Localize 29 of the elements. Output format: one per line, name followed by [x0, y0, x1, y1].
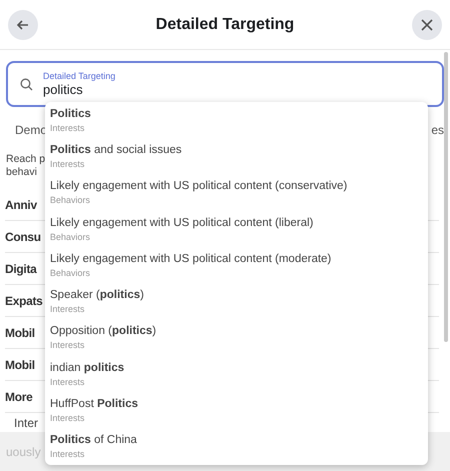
suggestion-item[interactable]: indian politics Interests	[45, 356, 428, 392]
back-button[interactable]	[8, 10, 38, 40]
suggestion-item[interactable]: Likely engagement with US political content (liberal) Behaviors	[45, 210, 428, 248]
close-icon	[420, 18, 433, 30]
category-item[interactable]: Consu	[5, 228, 41, 246]
scrollbar[interactable]	[444, 52, 448, 342]
suggestion-item[interactable]: Opposition (politics) Interests	[45, 320, 428, 356]
back-arrow-icon	[16, 18, 30, 32]
tab[interactable]: es	[431, 120, 444, 138]
suggestion-item[interactable]: HuffPost Politics Interests	[45, 392, 428, 429]
category-item[interactable]: More	[5, 388, 32, 406]
suggestion-item[interactable]: Speaker (politics) Interests	[45, 283, 428, 320]
suggestion-item[interactable]: Politics of China Interests	[45, 428, 428, 465]
field-label: Detailed Targeting	[43, 70, 116, 82]
description-text: behavi	[6, 166, 37, 179]
category-item[interactable]: Mobil	[5, 324, 35, 342]
close-button[interactable]	[412, 10, 442, 40]
description-text: Reach p	[6, 153, 46, 166]
subcategory-item[interactable]: Inter	[14, 416, 38, 430]
category-item[interactable]: Digita	[5, 260, 37, 278]
category-item[interactable]: Expats	[5, 292, 43, 310]
category-item[interactable]: Mobil	[5, 356, 35, 374]
suggestion-item[interactable]: Likely engagement with US political content (moderate) Behaviors	[45, 247, 428, 284]
suggestion-item[interactable]: Likely engagement with US political content (conservative) Behaviors	[45, 174, 428, 211]
dialog-title: Detailed Targeting	[156, 14, 294, 34]
search-icon	[20, 78, 33, 90]
field-value: politics	[43, 82, 84, 98]
category-item[interactable]: Anniv	[5, 196, 37, 214]
suggestion-item[interactable]: Politics and social issues Interests	[45, 138, 428, 175]
